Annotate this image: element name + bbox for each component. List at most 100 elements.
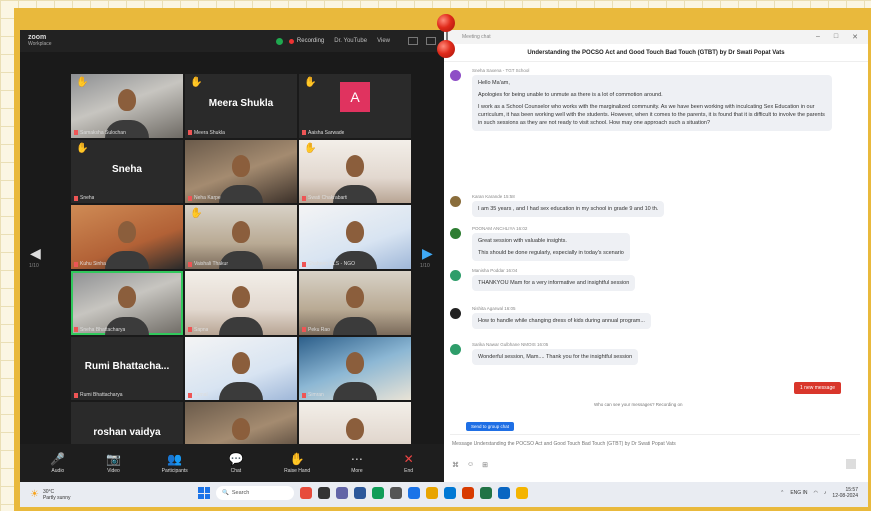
send-to-dropdown[interactable]: Send to group chat bbox=[466, 422, 515, 431]
share-label[interactable]: Dr. YouTube bbox=[334, 38, 367, 44]
screenshot-icon[interactable]: ⊞ bbox=[482, 461, 488, 469]
end-button[interactable]: ✕ End bbox=[404, 453, 414, 474]
previous-page-icon[interactable]: ◀ bbox=[30, 245, 41, 262]
taskbar-app-icon[interactable] bbox=[426, 487, 438, 499]
taskbar-app-icon[interactable] bbox=[480, 487, 492, 499]
raised-hand-icon: ✋ bbox=[304, 77, 317, 88]
participant-tile[interactable]: ✋ A Aaisha Sarwade bbox=[299, 74, 411, 138]
taskbar-app-icon[interactable] bbox=[408, 487, 420, 499]
raised-hand-icon: ✋ bbox=[76, 77, 89, 88]
chat-icon: 💬 bbox=[228, 451, 244, 466]
taskbar-app-icon[interactable] bbox=[318, 487, 330, 499]
mic-muted-icon bbox=[74, 392, 78, 398]
message-input[interactable] bbox=[452, 438, 852, 450]
participant-tile[interactable]: Kuhu Sinha bbox=[71, 205, 183, 269]
participant-tile[interactable]: ✋ Samaksha Sulochan bbox=[71, 74, 183, 138]
taskbar-app-icon[interactable] bbox=[498, 487, 510, 499]
view-button[interactable]: View bbox=[377, 38, 390, 44]
taskbar-apps: 🔍 Search bbox=[198, 486, 528, 500]
mic-muted-icon bbox=[74, 261, 78, 267]
video-button[interactable]: 📷 Video bbox=[106, 453, 121, 474]
participants-button[interactable]: 👥 Participants bbox=[162, 453, 188, 474]
participant-face bbox=[118, 89, 136, 112]
message-bubble: Wonderful session, Mam.... Thank you for… bbox=[472, 349, 639, 365]
participant-tile[interactable]: Lamal bbox=[185, 336, 297, 401]
new-message-button[interactable]: 1 new message bbox=[794, 382, 842, 394]
raised-hand-icon: ✋ bbox=[76, 142, 89, 154]
sender-avatar bbox=[450, 308, 461, 319]
sender-name: POONAM ANCHLIYA 16:02 bbox=[472, 226, 528, 231]
participant-tile[interactable]: Sapna bbox=[185, 271, 297, 335]
taskbar-app-icon[interactable] bbox=[516, 487, 528, 499]
message-line: How to handle while changing dress of ki… bbox=[478, 318, 645, 324]
system-tray: ⌃ ENG IN ◠ ♪ 15:57 12-08-2024 bbox=[780, 487, 858, 499]
language-indicator[interactable]: ENG IN bbox=[790, 490, 807, 496]
zoom-brand-sub: Workplace bbox=[28, 41, 52, 47]
weather-widget[interactable]: ☀ 30°C Partly sunny bbox=[30, 489, 70, 501]
mic-muted-icon bbox=[188, 130, 192, 136]
windows-start-icon[interactable] bbox=[198, 487, 210, 499]
maximize-icon[interactable]: □ bbox=[834, 33, 838, 41]
minimize-button[interactable] bbox=[408, 37, 418, 45]
maximize-button[interactable] bbox=[426, 37, 436, 45]
participant-body bbox=[333, 316, 377, 335]
taskbar-search[interactable]: 🔍 Search bbox=[216, 486, 294, 500]
participant-tile[interactable]: Rumi Bhattacha... Rumi Bhattacharya bbox=[71, 336, 183, 401]
participant-tile[interactable]: ✋ Sneha Sneha bbox=[71, 139, 183, 204]
volume-icon[interactable]: ♪ bbox=[824, 490, 827, 496]
more-button[interactable]: ⋯ More bbox=[351, 453, 363, 474]
clock[interactable]: 15:57 12-08-2024 bbox=[832, 487, 858, 499]
participant-tile[interactable]: ✋ Vaishali Thakur bbox=[185, 205, 297, 269]
message-bubble: I am 35 years , and I had sex education … bbox=[472, 201, 665, 217]
participant-face bbox=[346, 154, 364, 177]
participant-tile[interactable]: Peku Rao bbox=[299, 271, 411, 335]
zoom-brand: zoom bbox=[28, 34, 47, 41]
close-icon[interactable]: ✕ bbox=[852, 33, 858, 41]
taskbar-app-icon[interactable] bbox=[354, 487, 366, 499]
taskbar-app-icon[interactable] bbox=[336, 487, 348, 499]
message-line: I am 35 years , and I had sex education … bbox=[478, 206, 659, 212]
send-button[interactable] bbox=[846, 459, 856, 469]
participant-tile[interactable]: ✋ Meera Shukla Meera Shukla bbox=[185, 74, 297, 138]
participant-face bbox=[346, 351, 364, 374]
participant-tile[interactable]: Sneha Bhattacharya bbox=[71, 271, 183, 335]
message-line: This should be done regularly, especiall… bbox=[478, 250, 624, 256]
participant-tile[interactable]: Shaheen CLS - NGO bbox=[299, 205, 411, 269]
taskbar-app-icon[interactable] bbox=[372, 487, 384, 499]
chat-button[interactable]: 💬 Chat bbox=[228, 453, 243, 474]
chat-window-title: Meeting chat bbox=[462, 34, 491, 40]
taskbar-app-icon[interactable] bbox=[444, 487, 456, 499]
emoji-icon[interactable]: ☺ bbox=[467, 461, 474, 469]
shield-icon[interactable] bbox=[275, 37, 283, 45]
participant-tile[interactable]: Neha Karpe bbox=[185, 139, 297, 204]
mic-muted-icon bbox=[74, 130, 78, 136]
taskbar-app-icon[interactable] bbox=[462, 487, 474, 499]
participant-name-label: Sneha Bhattacharya bbox=[74, 327, 125, 333]
chevron-up-icon[interactable]: ⌃ bbox=[780, 490, 784, 496]
minimize-icon[interactable]: – bbox=[816, 33, 820, 41]
participant-name-label: Aaisha Sarwade bbox=[302, 130, 344, 136]
next-page-icon[interactable]: ▶ bbox=[422, 245, 433, 262]
taskbar-app-icon[interactable] bbox=[390, 487, 402, 499]
windows-taskbar: ☀ 30°C Partly sunny 🔍 Search ⌃ ENG IN ◠ ♪ … bbox=[20, 482, 868, 507]
format-icon[interactable]: ⌘ bbox=[452, 461, 459, 469]
mic-muted-icon bbox=[302, 130, 306, 136]
message-list[interactable]: Sneha Saxena - TGT School Hello Ma'am, Ap… bbox=[450, 68, 860, 388]
taskbar-app-icon[interactable] bbox=[300, 487, 312, 499]
recording-indicator[interactable]: Recording bbox=[288, 38, 324, 44]
wifi-icon[interactable]: ◠ bbox=[814, 490, 818, 496]
message-bubble: THANKYOU Mam for a very informative and … bbox=[472, 275, 636, 291]
who-can-see-link[interactable]: Who can see your messages? Recording on bbox=[594, 402, 683, 407]
participants-icon: 👥 bbox=[167, 451, 183, 466]
participant-name-label: Kuhu Sinha bbox=[74, 261, 106, 267]
message-line: Wonderful session, Mam.... Thank you for… bbox=[478, 354, 633, 360]
participant-name-label: Swati Chakrabarti bbox=[302, 195, 347, 201]
audio-icon: 🎤 bbox=[50, 451, 66, 466]
pushpin-top bbox=[437, 14, 455, 32]
message-bubble: How to handle while changing dress of ki… bbox=[472, 313, 651, 329]
participant-tile[interactable]: ✋ Swati Chakrabarti bbox=[299, 139, 411, 204]
audio-button[interactable]: 🎤 Audio bbox=[50, 453, 65, 474]
raise-hand-button[interactable]: ✋ Raise Hand bbox=[284, 453, 310, 474]
participant-tile[interactable]: Simran bbox=[299, 336, 411, 401]
participant-name-label: Vaishali Thakur bbox=[188, 261, 228, 267]
